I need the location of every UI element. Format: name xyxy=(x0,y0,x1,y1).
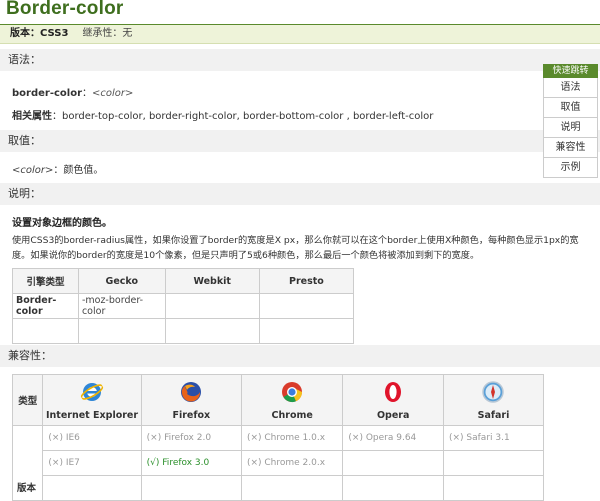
syntax-value: <color> xyxy=(92,88,134,99)
description-section-header: 说明： xyxy=(0,183,600,205)
description-line-1: 使用CSS3的border-radius属性，如果你设置了border的宽度是X… xyxy=(12,235,579,246)
compat-cell xyxy=(442,450,545,476)
compat-type-label: 类型 xyxy=(11,374,44,426)
related-text: ：border-top-color, border-right-color, b… xyxy=(52,111,434,122)
quick-nav-title: 快速跳转 xyxy=(543,64,598,78)
compat-cell: (×) IE6 xyxy=(42,425,142,451)
opera-icon xyxy=(385,381,402,402)
quick-nav-syntax[interactable]: 语法 xyxy=(543,78,598,98)
related-label: 相关属性 xyxy=(12,111,52,122)
description-title: 设置对象边框的颜色。 xyxy=(12,218,112,229)
quick-nav-values[interactable]: 取值 xyxy=(543,98,598,118)
compat-cell: (×) Chrome 2.0.x xyxy=(240,450,344,476)
value-desc: ：颜色值。 xyxy=(53,165,104,176)
browser-ie: Internet Explorer xyxy=(42,374,142,426)
browser-name-safari: Safari xyxy=(477,409,510,421)
description-heading: 说明： xyxy=(8,187,41,200)
table-row: (×) IE7 (√) Firefox 3.0 (×) Chrome 2.0.x xyxy=(13,450,545,476)
engine-header-webkit: Webkit xyxy=(164,268,260,294)
compat-cell xyxy=(42,475,142,501)
browser-firefox: Firefox xyxy=(140,374,242,426)
browser-name-opera: Opera xyxy=(376,409,410,421)
browser-name-ie: Internet Explorer xyxy=(46,409,139,421)
quick-nav-compat[interactable]: 兼容性 xyxy=(543,138,598,158)
engine-gecko-value: -moz-border-color xyxy=(77,293,166,319)
compat-cell xyxy=(342,450,444,476)
table-row xyxy=(13,475,545,501)
value-term: <color> xyxy=(12,165,54,176)
engine-header-presto: Presto xyxy=(258,268,355,294)
version-bar: 版本：CSS3 继承性：无 xyxy=(0,25,600,44)
table-row: 引擎类型 Gecko Webkit Presto xyxy=(12,268,355,294)
table-cell xyxy=(77,318,166,344)
compat-cell: (×) Chrome 1.0.x xyxy=(240,425,344,451)
browser-opera: Opera xyxy=(342,374,444,426)
inherit-label: 继承性：无 xyxy=(82,28,133,39)
table-row xyxy=(12,318,355,344)
description-line-2: 度。如果说你的border的宽度是10个像素，但是只声明了5或6种颜色，那么最后… xyxy=(12,250,480,261)
compat-cell xyxy=(140,475,242,501)
values-section-header: 取值： xyxy=(0,130,600,152)
browser-name-chrome: Chrome xyxy=(271,409,313,421)
engine-header-gecko: Gecko xyxy=(77,268,166,294)
quick-nav: 快速跳转 语法 取值 说明 兼容性 示例 xyxy=(543,64,598,178)
syntax-section-header: 语法： xyxy=(0,49,600,71)
compat-cell xyxy=(240,475,344,501)
value-line: <color>：颜色值。 xyxy=(12,161,103,176)
compat-cell: (×) Safari 3.1 xyxy=(442,425,545,451)
syntax-heading: 语法： xyxy=(8,53,41,66)
related-properties: 相关属性：border-top-color, border-right-colo… xyxy=(12,107,433,122)
internet-explorer-icon xyxy=(80,382,104,401)
quick-nav-examples[interactable]: 示例 xyxy=(543,158,598,178)
compat-cell: (×) Opera 9.64 xyxy=(342,425,444,451)
compat-cell: (×) IE7 xyxy=(42,450,142,476)
browser-chrome: Chrome xyxy=(240,374,344,426)
page-title: Border-color xyxy=(6,0,124,19)
quick-nav-description[interactable]: 说明 xyxy=(543,118,598,138)
engine-presto-value xyxy=(258,293,355,319)
compat-cell: (√) Firefox 3.0 xyxy=(140,450,242,476)
table-row: 类型 Internet Explorer Firefox Chrome Oper… xyxy=(11,374,545,426)
safari-icon xyxy=(482,380,505,403)
table-row: Border-color -moz-border-color xyxy=(12,293,355,319)
compat-section-header: 兼容性： xyxy=(0,345,600,367)
table-cell xyxy=(164,318,260,344)
chrome-icon xyxy=(282,381,303,402)
table-cell xyxy=(12,318,79,344)
engine-row-label: Border-color xyxy=(12,293,79,319)
compat-cell: (×) Firefox 2.0 xyxy=(140,425,242,451)
engine-webkit-value xyxy=(164,293,260,319)
firefox-icon xyxy=(181,381,202,402)
engine-header-type: 引擎类型 xyxy=(12,268,79,294)
compat-table: 类型 Internet Explorer Firefox Chrome Oper… xyxy=(11,374,545,501)
table-row: 版本 (×) IE6 (×) Firefox 2.0 (×) Chrome 1.… xyxy=(11,425,545,501)
table-cell xyxy=(258,318,355,344)
browser-name-firefox: Firefox xyxy=(172,409,211,421)
syntax-line: border-color：<color> xyxy=(12,84,133,99)
values-heading: 取值： xyxy=(8,134,41,147)
compat-cell xyxy=(442,475,545,501)
compat-cell xyxy=(342,475,444,501)
browser-safari: Safari xyxy=(442,374,545,426)
version-label: 版本：CSS3 xyxy=(10,28,69,39)
syntax-property: border-color xyxy=(12,88,83,99)
engine-table: 引擎类型 Gecko Webkit Presto Border-color -m… xyxy=(12,268,355,344)
syntax-colon: ： xyxy=(82,88,93,99)
compat-heading: 兼容性： xyxy=(8,349,52,362)
compat-version-label: 版本 xyxy=(11,425,44,501)
